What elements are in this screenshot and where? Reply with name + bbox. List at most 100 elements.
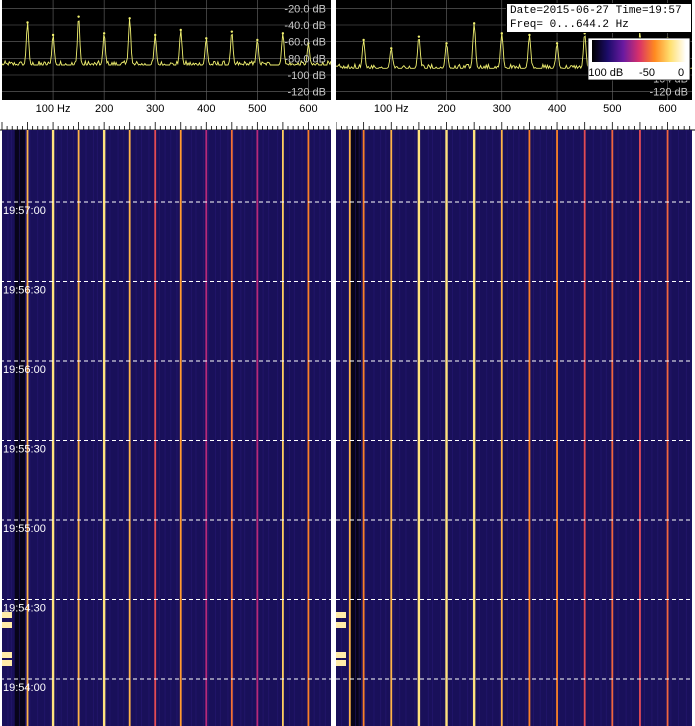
waterfall-texture xyxy=(25,130,27,726)
waterfall-texture xyxy=(506,130,508,726)
waterfall-texture xyxy=(85,130,87,726)
waterfall-texture xyxy=(393,130,395,726)
frequency-tick-label: 300 xyxy=(146,103,164,115)
waterfall-texture xyxy=(170,130,172,726)
waterfall-texture xyxy=(324,130,326,726)
spectrum-peak xyxy=(445,42,448,45)
frequency-tick-label: 400 xyxy=(197,103,215,115)
time-label: 19:54:00 xyxy=(3,682,46,694)
waterfall-blob xyxy=(2,652,12,658)
spectrum-peak xyxy=(154,33,157,37)
waterfall-texture xyxy=(10,130,12,726)
spectrum-peak xyxy=(128,17,131,20)
waterfall-line xyxy=(154,130,157,726)
time-label: 19:56:00 xyxy=(3,364,46,376)
spectrum-y-tick-label: -120 dB xyxy=(649,87,688,99)
waterfall-line xyxy=(445,130,448,726)
waterfall-texture xyxy=(565,130,567,726)
date-freq-box: Date=2015-06-27 Time=19:57 Freq= 0...644… xyxy=(506,3,692,33)
waterfall-line xyxy=(102,130,106,726)
waterfall-texture xyxy=(109,130,111,726)
waterfall-line xyxy=(51,130,55,726)
waterfall-texture xyxy=(478,130,480,726)
waterfall-texture xyxy=(233,130,235,726)
frequency-tick-label: 200 xyxy=(95,103,113,115)
waterfall-texture xyxy=(373,130,375,726)
waterfall-texture xyxy=(73,130,75,726)
time-label: 19:57:00 xyxy=(3,205,46,217)
waterfall-line xyxy=(205,130,208,726)
waterfall-texture xyxy=(148,130,150,726)
waterfall-texture xyxy=(301,130,303,726)
spectrum-peak xyxy=(362,38,365,42)
waterfall-texture xyxy=(123,130,125,726)
waterfall-texture xyxy=(347,130,349,726)
waterfall-line xyxy=(417,130,421,726)
spectrum-peak xyxy=(26,21,29,24)
waterfall-texture xyxy=(545,130,547,726)
spectrum-peak xyxy=(500,32,503,35)
waterfall-texture xyxy=(158,130,160,726)
waterfall-texture xyxy=(439,130,441,726)
waterfall-texture xyxy=(313,130,315,726)
waterfall-texture xyxy=(55,130,57,726)
time-label: 19:56:30 xyxy=(3,285,46,297)
waterfall-texture xyxy=(630,130,632,726)
waterfall-line xyxy=(179,130,182,726)
waterfall-texture xyxy=(240,130,242,726)
waterfall-texture xyxy=(319,130,321,726)
frequency-tick-label: 300 xyxy=(493,103,511,115)
waterfall-texture xyxy=(657,130,659,726)
waterfall-texture xyxy=(60,130,62,726)
waterfall-line xyxy=(390,130,393,726)
spectrum-peak xyxy=(230,30,234,33)
waterfall-texture xyxy=(572,130,574,726)
waterfall-line xyxy=(472,130,476,726)
waterfall-panel-bg xyxy=(336,130,692,726)
spectrum-y-tick-label: -80.0 dB xyxy=(284,53,326,65)
waterfall-texture xyxy=(7,130,9,726)
waterfall-line xyxy=(26,130,29,726)
time-label: 19:54:30 xyxy=(3,603,46,615)
waterfall-line xyxy=(281,130,284,726)
waterfall-texture xyxy=(117,130,119,726)
waterfall-texture xyxy=(380,130,382,726)
waterfall-texture xyxy=(37,130,39,726)
waterfall-texture xyxy=(690,130,692,726)
spectrum-y-tick-label: -40.0 dB xyxy=(284,20,326,32)
waterfall-texture xyxy=(251,130,253,726)
waterfall-texture xyxy=(135,130,137,726)
waterfall-blob xyxy=(336,660,346,666)
waterfall-texture xyxy=(164,130,166,726)
waterfall-texture xyxy=(141,130,143,726)
waterfall-texture xyxy=(214,130,216,726)
waterfall-texture xyxy=(539,130,541,726)
waterfall-line xyxy=(528,130,531,726)
frequency-tick-label: 500 xyxy=(603,103,621,115)
spectrum-peak xyxy=(77,15,80,18)
waterfall-texture xyxy=(277,130,279,726)
spectrum-peak xyxy=(256,38,259,42)
panel-separator xyxy=(331,0,336,726)
freq-range-text: Freq= 0...644.2 Hz xyxy=(510,19,629,31)
waterfall-texture xyxy=(190,130,192,726)
waterfall-texture xyxy=(525,130,527,726)
spectrum-peak xyxy=(417,35,421,38)
waterfall-line xyxy=(362,130,365,726)
time-label: 19:55:00 xyxy=(3,523,46,535)
waterfall-texture xyxy=(518,130,520,726)
colorbar-label: -50 xyxy=(639,67,655,79)
waterfall-line xyxy=(348,130,351,726)
spectrum-y-tick-label: -60.0 dB xyxy=(284,37,326,49)
waterfall-line xyxy=(583,130,586,726)
waterfall-texture xyxy=(414,130,416,726)
waterfall-texture xyxy=(105,130,107,726)
colorbar-label: 0 xyxy=(678,67,684,79)
waterfall-line xyxy=(256,130,259,726)
waterfall-texture xyxy=(492,130,494,726)
waterfall-texture xyxy=(605,130,607,726)
waterfall-line xyxy=(77,130,80,726)
waterfall-line xyxy=(500,130,503,726)
waterfall-texture xyxy=(195,130,197,726)
frequency-tick-label: 100 Hz xyxy=(374,103,409,115)
